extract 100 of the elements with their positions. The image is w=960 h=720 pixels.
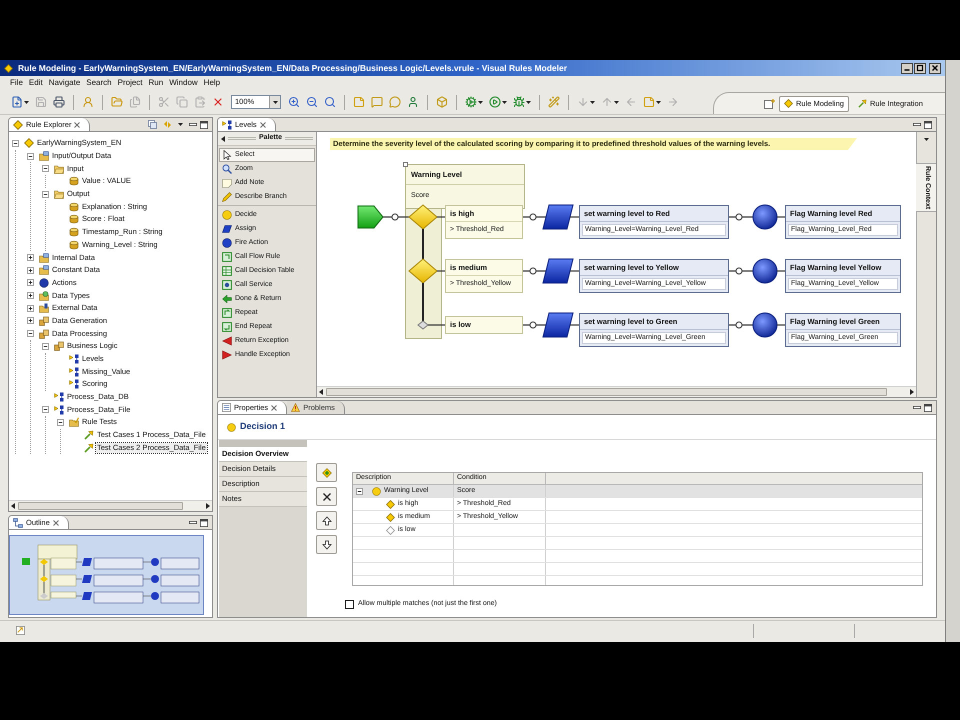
minimize-icon[interactable] — [189, 123, 197, 126]
maximize-icon[interactable] — [924, 404, 932, 412]
collapse-icon[interactable] — [57, 418, 64, 426]
maximize-icon[interactable] — [200, 120, 208, 128]
flowchart-icon — [69, 354, 79, 364]
diamond-icon — [13, 120, 23, 130]
triangle-right-icon — [222, 350, 232, 360]
collapse-icon[interactable] — [42, 342, 49, 350]
collapse-icon[interactable] — [356, 488, 363, 494]
circle-icon — [372, 486, 381, 496]
arrow-icon — [858, 99, 867, 108]
start-node — [358, 206, 384, 228]
connector — [729, 268, 753, 274]
collapse-icon[interactable] — [42, 165, 49, 172]
close-icon[interactable] — [74, 122, 80, 128]
cylinder-icon — [69, 227, 79, 238]
zoom-out-icon[interactable] — [306, 96, 318, 108]
zoom-in-icon[interactable] — [288, 96, 300, 108]
menu-item[interactable]: Search — [86, 77, 112, 89]
minimize-icon[interactable] — [913, 406, 921, 409]
magnifier-icon — [222, 164, 232, 174]
gear-icon[interactable] — [465, 96, 477, 108]
close-icon[interactable] — [271, 404, 278, 410]
square-icon — [403, 162, 408, 167]
triangle-left-icon[interactable] — [221, 136, 225, 142]
section-title: Decision 1 — [240, 420, 286, 434]
delete-button[interactable] — [316, 487, 337, 506]
new-file-icon[interactable] — [11, 96, 23, 108]
cylinder-icon — [69, 176, 79, 186]
add-button[interactable] — [316, 463, 337, 482]
collapse-icon[interactable] — [27, 330, 34, 338]
printer-icon[interactable] — [53, 96, 65, 108]
triangle-left-icon — [222, 336, 232, 346]
collapse-icon[interactable] — [42, 190, 49, 198]
dropdown-caret-icon[interactable] — [526, 100, 531, 104]
dropdown-button[interactable] — [269, 96, 280, 108]
dropdown-caret-icon[interactable] — [502, 100, 507, 104]
scroll-thumb[interactable] — [326, 388, 887, 396]
menu-item[interactable]: Navigate — [48, 77, 80, 89]
dropdown-caret-icon[interactable] — [24, 100, 29, 104]
menu-item[interactable]: Help — [204, 77, 220, 89]
scroll-thumb[interactable] — [18, 502, 183, 510]
action-circle — [752, 258, 778, 284]
arrow-up-icon[interactable] — [322, 516, 332, 526]
squares-icon[interactable] — [148, 120, 157, 129]
menu-item[interactable]: File — [10, 77, 23, 89]
expand-icon[interactable] — [27, 317, 34, 324]
diamond-icon — [784, 99, 793, 108]
dropdown-caret-icon[interactable] — [478, 100, 483, 104]
arrow-box-icon[interactable] — [16, 626, 25, 635]
loop-icon — [222, 322, 232, 332]
expand-icon[interactable] — [27, 292, 34, 300]
expand-icon[interactable] — [27, 266, 34, 274]
expand-icon[interactable] — [27, 254, 34, 262]
collapse-icon[interactable] — [42, 406, 49, 414]
cylinder-icon — [69, 202, 79, 212]
arrow-right-icon[interactable] — [206, 503, 210, 509]
expand-icon[interactable] — [27, 279, 34, 286]
arrow-left-icon[interactable] — [11, 503, 15, 509]
add-icon[interactable] — [322, 468, 332, 478]
caret-down-icon[interactable] — [272, 100, 278, 104]
minimize-icon[interactable] — [913, 123, 921, 126]
menu-item[interactable]: Project — [118, 77, 143, 89]
table-icon — [222, 266, 232, 276]
expand-icon[interactable] — [27, 304, 34, 312]
folder-icon — [39, 290, 49, 301]
person-icon[interactable] — [407, 96, 419, 108]
search-icon[interactable] — [324, 96, 336, 108]
play-icon[interactable] — [489, 96, 501, 108]
window-plus-icon[interactable] — [764, 98, 775, 108]
action-circle — [752, 204, 778, 230]
bug-icon[interactable] — [513, 96, 525, 108]
maximize-icon[interactable] — [924, 120, 932, 128]
connector-line — [428, 324, 445, 326]
collapse-icon[interactable] — [27, 152, 34, 160]
close-icon[interactable] — [260, 122, 266, 128]
caret-down-icon[interactable] — [924, 138, 929, 141]
minimize-icon[interactable] — [189, 521, 197, 524]
box-icon — [39, 328, 49, 339]
arrow-left-icon[interactable] — [319, 389, 323, 395]
move-up-button[interactable] — [316, 511, 337, 530]
maximize-icon[interactable] — [200, 518, 208, 526]
menu-item[interactable]: Window — [169, 77, 198, 89]
loop-icon — [222, 308, 232, 318]
move-down-button[interactable] — [316, 535, 337, 554]
note-icon — [222, 178, 232, 188]
menu-item[interactable]: Run — [148, 77, 164, 89]
flowchart-icon — [54, 404, 64, 415]
menu-item[interactable]: Edit — [28, 77, 43, 89]
close-icon[interactable] — [52, 520, 59, 526]
arrow-right-icon[interactable] — [910, 389, 914, 395]
delete-icon[interactable] — [322, 492, 332, 502]
collapse-icon[interactable] — [12, 140, 19, 147]
dropdown-caret-icon[interactable] — [656, 100, 661, 104]
arrow-down-icon[interactable] — [322, 540, 332, 550]
connector — [523, 322, 546, 328]
frame-icon — [222, 280, 232, 290]
checkbox[interactable] — [345, 600, 354, 609]
warning-icon — [291, 403, 300, 412]
caret-down-icon[interactable] — [178, 123, 183, 126]
